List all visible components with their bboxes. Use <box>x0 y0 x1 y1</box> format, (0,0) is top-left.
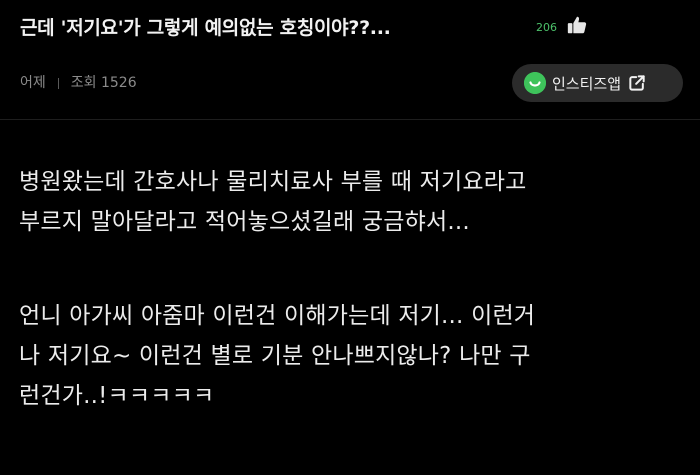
post-title: 근데 '저기요'가 그렇게 예의없는 호칭이야??... <box>20 17 391 39</box>
view-count: 조회 1526 <box>70 75 137 91</box>
body-line: 언니 아가씨 아줌마 이런건 이해가는데 저기... 이런거 <box>19 303 536 329</box>
body-line: 부르지 말아달라고 적어놓으셨길래 궁금햐서... <box>19 209 470 235</box>
post-meta: 어제 조회 1526 <box>20 72 137 92</box>
thumbs-up-icon[interactable] <box>566 14 588 36</box>
body-line: 나 저기요~ 이런건 별로 기분 안나쁘지않나? 나만 구 <box>19 343 531 369</box>
header-divider <box>0 119 700 120</box>
body-line: 런건가..!ㅋㅋㅋㅋㅋ <box>19 383 215 409</box>
external-link-icon <box>629 75 645 91</box>
post-paragraph-1: 병원왔는데 간호사나 물리치료사 부를 때 저기요라고 부르지 말아달라고 적어… <box>19 162 691 242</box>
meta-divider <box>57 77 59 89</box>
open-app-button[interactable]: 인스티즈앱 <box>512 64 683 102</box>
post-date: 어제 <box>20 75 46 91</box>
body-line: 병원왔는데 간호사나 물리치료사 부를 때 저기요라고 <box>19 169 527 195</box>
post-header: 근데 '저기요'가 그렇게 예의없는 호칭이야??... 206 <box>0 0 700 56</box>
post-paragraph-2: 언니 아가씨 아줌마 이런건 이해가는데 저기... 이런거 나 저기요~ 이런… <box>19 296 691 416</box>
like-count: 206 <box>536 21 557 34</box>
open-app-label: 인스티즈앱 <box>552 74 622 93</box>
instiz-logo-icon <box>524 72 546 94</box>
